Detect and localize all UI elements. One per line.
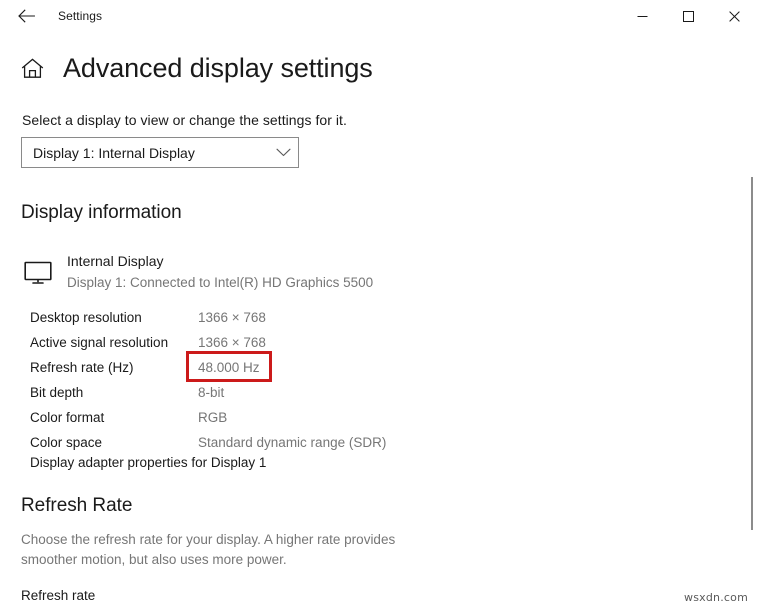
table-row: Bit depth 8-bit: [0, 380, 757, 405]
display-select-value: Display 1: Internal Display: [33, 144, 195, 161]
table-row: Desktop resolution 1366 × 768: [0, 305, 757, 330]
close-icon: [728, 10, 740, 22]
table-row: Color space Standard dynamic range (SDR): [0, 430, 757, 455]
info-row-label: Color space: [30, 435, 103, 450]
display-device-name: Internal Display: [67, 253, 164, 269]
table-row: Active signal resolution 1366 × 768: [0, 330, 757, 355]
info-row-label: Color format: [30, 410, 105, 425]
table-row: Color format RGB: [0, 405, 757, 430]
table-row: Refresh rate (Hz) 48.000 Hz: [0, 351, 757, 382]
home-icon[interactable]: [19, 55, 45, 81]
info-row-value: 48.000 Hz: [198, 360, 260, 375]
section-title-display-information: Display information: [21, 202, 182, 223]
back-button[interactable]: [8, 0, 44, 32]
monitor-icon: [21, 256, 55, 290]
info-row-value: Standard dynamic range (SDR): [198, 435, 387, 450]
window-controls: [619, 0, 757, 32]
chevron-down-icon: [268, 148, 298, 157]
title-bar: Settings: [0, 0, 757, 32]
display-select-dropdown[interactable]: Display 1: Internal Display: [21, 137, 299, 168]
info-row-value: RGB: [198, 410, 228, 425]
scrollbar-thumb[interactable]: [751, 177, 753, 530]
info-row-value: 1366 × 768: [198, 335, 266, 350]
info-row-label: Active signal resolution: [30, 335, 169, 350]
display-device-block: Internal Display Display 1: Connected to…: [21, 252, 373, 292]
display-device-connection: Display 1: Connected to Intel(R) HD Grap…: [67, 275, 374, 290]
maximize-icon: [682, 10, 694, 22]
info-row-value: 8-bit: [198, 385, 225, 400]
display-adapter-properties-link[interactable]: Display adapter properties for Display 1: [30, 455, 266, 470]
info-row-value: 1366 × 768: [198, 310, 266, 325]
display-selector-instruction: Select a display to view or change the s…: [22, 112, 347, 128]
display-info-table: Desktop resolution 1366 × 768 Active signa…: [0, 305, 757, 455]
vertical-scrollbar[interactable]: [741, 32, 757, 609]
maximize-button[interactable]: [665, 0, 711, 32]
refresh-rate-field-label: Refresh rate: [21, 588, 96, 603]
house-icon: [21, 58, 43, 78]
watermark: wsxdn.com: [684, 591, 748, 604]
close-button[interactable]: [711, 0, 757, 32]
minimize-button[interactable]: [619, 0, 665, 32]
refresh-rate-description: Choose the refresh rate for your display…: [21, 532, 396, 567]
info-row-label: Bit depth: [30, 385, 84, 400]
display-device-text: Internal Display Display 1: Connected to…: [67, 252, 373, 292]
page-title: Advanced display settings: [63, 52, 373, 83]
app-title: Settings: [58, 9, 103, 23]
minimize-icon: [637, 15, 647, 17]
info-row-label: Desktop resolution: [30, 310, 142, 325]
section-title-refresh-rate: Refresh Rate: [21, 495, 133, 516]
info-row-label: Refresh rate (Hz): [30, 360, 134, 375]
arrow-left-icon: [17, 9, 35, 23]
page-header: Advanced display settings: [0, 44, 757, 92]
